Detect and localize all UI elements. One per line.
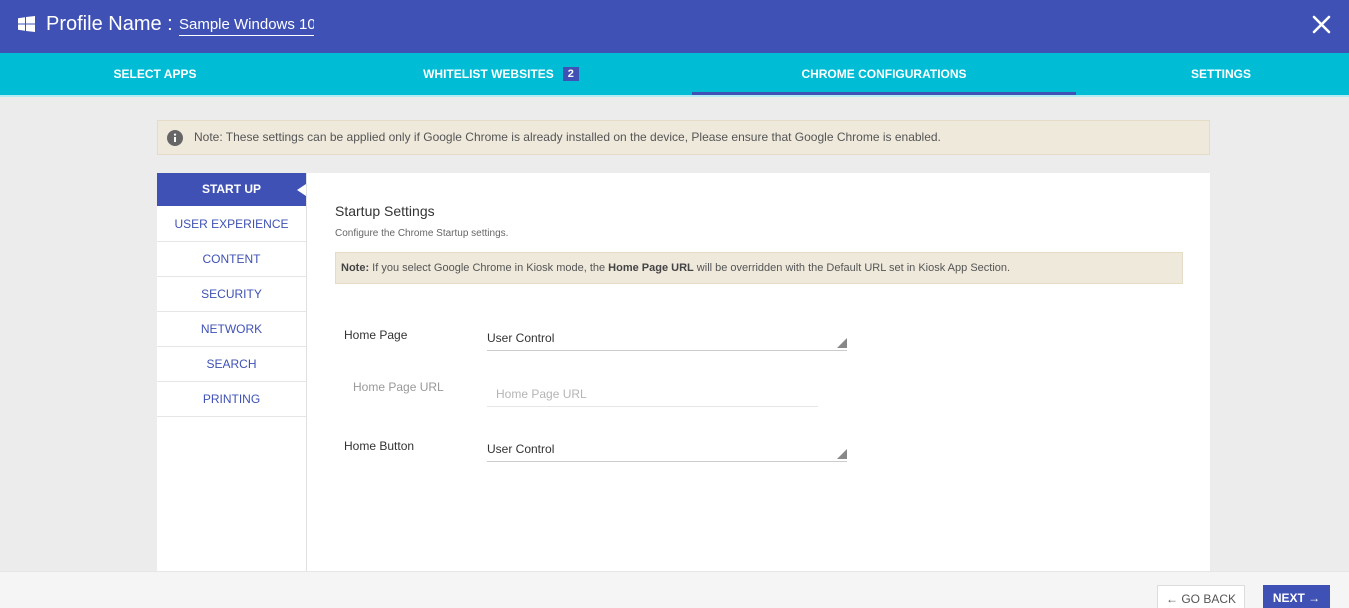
home-button-select[interactable]: User Control	[487, 438, 847, 462]
arrow-left-icon: ←	[1165, 592, 1178, 606]
sidebar-item-security[interactable]: SECURITY	[157, 277, 306, 312]
sidebar-item-printing[interactable]: PRINTING	[157, 382, 306, 417]
home-page-url-label: Home Page URL	[353, 380, 444, 394]
tab-whitelist-websites[interactable]: WHITELIST WEBSITES 2	[310, 53, 692, 95]
close-icon[interactable]	[1306, 10, 1336, 40]
note-bold: Home Page URL	[608, 262, 694, 274]
header-bar: Profile Name :	[0, 0, 1349, 53]
tab-label: SELECT APPS	[113, 67, 197, 81]
select-value: User Control	[487, 331, 555, 345]
banner-text: Note: These settings can be applied only…	[194, 130, 941, 144]
tab-label: CHROME CONFIGURATIONS	[801, 67, 967, 81]
sidebar-item-content[interactable]: CONTENT	[157, 242, 306, 277]
section-subtitle: Configure the Chrome Startup settings.	[335, 228, 509, 239]
dropdown-arrow-icon	[837, 338, 847, 348]
home-button-label: Home Button	[344, 439, 415, 453]
note-prefix: Note:	[341, 262, 370, 274]
section-title: Startup Settings	[335, 203, 435, 219]
note-text: will be overridden with the Default URL …	[693, 262, 1011, 274]
go-back-button[interactable]: ← GO BACK	[1157, 585, 1245, 608]
count-badge: 2	[562, 67, 579, 81]
tab-bar: SELECT APPS WHITELIST WEBSITES 2 CHROME C…	[0, 53, 1349, 97]
next-button[interactable]: NEXT →	[1263, 585, 1330, 608]
chrome-note-banner: Note: These settings can be applied only…	[157, 120, 1210, 155]
tab-label: WHITELIST WEBSITES	[423, 67, 554, 81]
kiosk-note: Note: If you select Google Chrome in Kio…	[335, 252, 1183, 284]
sidebar-item-search[interactable]: SEARCH	[157, 347, 306, 382]
sidebar-item-network[interactable]: NETWORK	[157, 312, 306, 347]
note-text: If you select Google Chrome in Kiosk mod…	[369, 262, 609, 274]
tab-label: SETTINGS	[1190, 67, 1251, 81]
next-label: NEXT	[1272, 591, 1305, 605]
config-sidebar: START UP USER EXPERIENCE CONTENT SECURIT…	[157, 173, 307, 571]
tab-select-apps[interactable]: SELECT APPS	[0, 53, 310, 95]
info-icon	[167, 130, 183, 146]
go-back-label: GO BACK	[1181, 592, 1237, 606]
home-page-label: Home Page	[344, 328, 408, 342]
sidebar-item-start-up[interactable]: START UP	[157, 173, 306, 206]
footer-bar: ← GO BACK NEXT →	[0, 571, 1349, 608]
tab-chrome-configurations[interactable]: CHROME CONFIGURATIONS	[692, 53, 1076, 95]
home-page-select[interactable]: User Control	[487, 327, 847, 351]
tab-settings[interactable]: SETTINGS	[1093, 53, 1349, 95]
dropdown-arrow-icon	[837, 449, 847, 459]
profile-name-input[interactable]	[179, 14, 314, 36]
profile-name-label: Profile Name :	[46, 13, 173, 35]
home-page-url-input[interactable]	[487, 381, 818, 407]
windows-icon	[18, 16, 35, 32]
sidebar-item-user-experience[interactable]: USER EXPERIENCE	[157, 207, 306, 242]
arrow-right-icon: →	[1308, 591, 1321, 605]
select-value: User Control	[487, 442, 555, 456]
startup-settings-panel: Startup Settings Configure the Chrome St…	[307, 173, 1210, 571]
